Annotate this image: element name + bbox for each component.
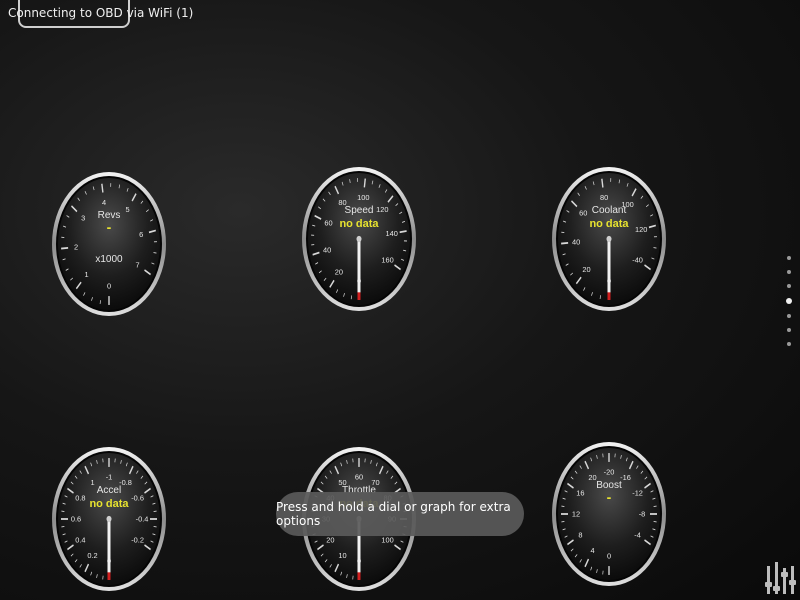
speed-needle-hub bbox=[356, 235, 362, 243]
coolant-tick-label: 120 bbox=[635, 225, 647, 234]
page-dot[interactable] bbox=[787, 314, 791, 318]
speed-dial: 020406080100120140160Speedno data bbox=[302, 167, 416, 311]
coolant-tick-label: 60 bbox=[579, 208, 587, 217]
throttle-tick-label: 20 bbox=[326, 535, 334, 544]
connection-status: Connecting to OBD via WiFi (1) bbox=[8, 6, 194, 20]
boost-tick-label: -20 bbox=[604, 468, 615, 477]
accel-tick-label: -1 bbox=[106, 473, 113, 482]
gauge-revs[interactable]: 0 1 2 3 4 5 6 7 Revs - x1000 bbox=[52, 172, 166, 318]
coolant-value: no data bbox=[589, 218, 629, 230]
gauge-accel[interactable]: 00.20.40.60.81-1-0.8-0.6-0.4-0.2Accelno … bbox=[52, 447, 166, 593]
boost-dial: 048121620-20-16-12-8-4Boost- bbox=[552, 442, 666, 586]
accel-tick-label: 0.2 bbox=[87, 551, 97, 560]
accel-tick-label: 0.4 bbox=[75, 535, 85, 544]
gauge-boost[interactable]: 0 4 8 12 16 20 -20 -16 -12 -8 -4 Boost - bbox=[552, 442, 666, 588]
revs-tick bbox=[153, 252, 157, 254]
accel-value: no data bbox=[89, 498, 129, 510]
accel-dial: 00.20.40.60.81-1-0.8-0.6-0.4-0.2Accelno … bbox=[52, 447, 166, 591]
speed-tick-label: 100 bbox=[357, 193, 369, 202]
page-dot[interactable] bbox=[787, 328, 791, 332]
speed-tick-label: 20 bbox=[335, 268, 343, 277]
throttle-tick-label: 100 bbox=[381, 535, 393, 544]
coolant-tick bbox=[561, 242, 569, 245]
boost-tick-label: 12 bbox=[572, 510, 580, 519]
speed-tick-label: 40 bbox=[323, 245, 331, 254]
revs-tick-label: 7 bbox=[136, 260, 140, 269]
revs-tick-label: 2 bbox=[74, 243, 78, 252]
boost-value: - bbox=[607, 489, 612, 505]
boost-tick-label: -8 bbox=[639, 510, 646, 519]
revs-tick-label: 5 bbox=[126, 205, 130, 214]
coolant-needle-hub bbox=[606, 235, 612, 243]
revs-tick-label: 6 bbox=[139, 230, 143, 239]
gauge-coolant[interactable]: 020406080100120-40Coolantno data bbox=[552, 167, 666, 313]
sliders-icon[interactable] bbox=[764, 560, 796, 596]
boost-tick-label: 16 bbox=[576, 489, 584, 498]
speed-tick-label: 160 bbox=[381, 255, 393, 264]
speed-tick-label: 60 bbox=[324, 218, 332, 227]
accel-tick-label: -0.2 bbox=[131, 535, 144, 544]
revs-tick bbox=[61, 247, 69, 250]
accel-label: Accel bbox=[97, 485, 121, 496]
page-dot[interactable] bbox=[786, 298, 792, 304]
revs-unit: x1000 bbox=[95, 254, 123, 265]
throttle-tick-label: 60 bbox=[355, 473, 363, 482]
accel-needle-hub bbox=[106, 515, 112, 523]
revs-value: - bbox=[107, 219, 112, 235]
boost-tick-label: -4 bbox=[634, 530, 641, 539]
boost-tick-label: 4 bbox=[590, 546, 594, 555]
speed-tick bbox=[399, 230, 407, 234]
boost-tick-label: 0 bbox=[607, 551, 611, 560]
accel-tick-label: 0.6 bbox=[71, 515, 81, 524]
gauge-speed[interactable]: 020406080100120140160Speedno data bbox=[302, 167, 416, 313]
speed-tick bbox=[363, 178, 366, 188]
accel-tick-label: -0.6 bbox=[131, 494, 144, 503]
coolant-tick-label: 80 bbox=[600, 193, 608, 202]
accel-tick-label: 1 bbox=[90, 478, 94, 487]
throttle-tick-label: 10 bbox=[338, 551, 346, 560]
page-dot[interactable] bbox=[787, 284, 791, 288]
speed-value: no data bbox=[339, 218, 379, 230]
coolant-tick-label: -40 bbox=[632, 255, 643, 264]
accel-tick-label: 0.8 bbox=[75, 494, 85, 503]
boost-tick-label: -12 bbox=[632, 489, 643, 498]
revs-tick-label: 0 bbox=[107, 281, 111, 290]
accel-tick-label: -0.4 bbox=[136, 515, 149, 524]
hint-toast: Press and hold a dial or graph for extra… bbox=[276, 492, 524, 536]
boost-tick-label: 8 bbox=[578, 530, 582, 539]
revs-dial: 01234567Revs-x1000 bbox=[52, 172, 166, 316]
coolant-tick-label: 40 bbox=[572, 238, 580, 247]
speed-tick-label: 140 bbox=[386, 229, 398, 238]
revs-tick-label: 1 bbox=[84, 270, 88, 279]
revs-tick-label: 3 bbox=[81, 213, 85, 222]
coolant-dial: 020406080100120-40Coolantno data bbox=[552, 167, 666, 311]
page-dot[interactable] bbox=[787, 270, 791, 274]
page-indicator bbox=[786, 256, 792, 356]
coolant-tick bbox=[653, 247, 657, 249]
coolant-label: Coolant bbox=[592, 205, 627, 216]
page-dot[interactable] bbox=[787, 342, 791, 346]
revs-tick-label: 4 bbox=[102, 198, 106, 207]
speed-tick-label: 120 bbox=[376, 205, 388, 214]
speed-label: Speed bbox=[345, 205, 374, 216]
coolant-tick-label: 20 bbox=[582, 265, 590, 274]
page-dot[interactable] bbox=[787, 256, 791, 260]
